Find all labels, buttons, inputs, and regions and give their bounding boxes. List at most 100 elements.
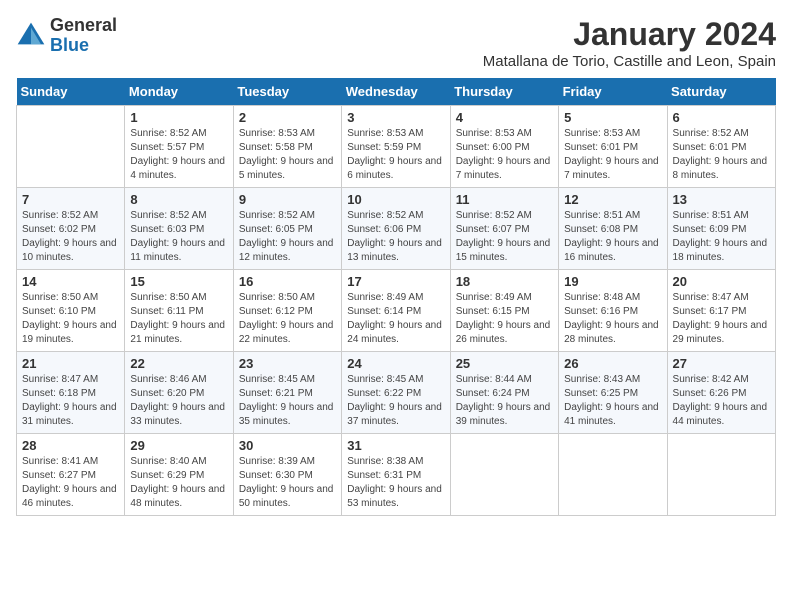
day-of-week-header: Monday [125, 78, 233, 106]
day-number: 7 [22, 192, 119, 207]
calendar-cell [450, 434, 558, 516]
day-number: 8 [130, 192, 227, 207]
logo-line2: Blue [50, 36, 117, 56]
day-number: 1 [130, 110, 227, 125]
calendar-cell: 23 Sunrise: 8:45 AMSunset: 6:21 PMDayligh… [233, 352, 341, 434]
day-info: Sunrise: 8:39 AMSunset: 6:30 PMDaylight:… [239, 455, 336, 511]
calendar-cell: 27Sunrise: 8:42 AMSunset: 6:26 PMDayligh… [667, 352, 775, 434]
day-number: 11 [456, 192, 553, 207]
day-number: 20 [673, 274, 770, 289]
calendar-cell [17, 106, 125, 188]
day-info: Sunrise: 8:45 AMSunset: 6:21 PMDaylight:… [239, 373, 336, 429]
day-info: Sunrise: 8:51 AMSunset: 6:08 PMDaylight:… [564, 209, 661, 265]
calendar-week-row: 1 Sunrise: 8:52 AMSunset: 5:57 PMDaylight… [17, 106, 776, 188]
day-number: 21 [22, 356, 119, 371]
calendar-cell: 22Sunrise: 8:46 AMSunset: 6:20 PMDayligh… [125, 352, 233, 434]
day-number: 30 [239, 438, 336, 453]
calendar-week-row: 7 Sunrise: 8:52 AMSunset: 6:02 PMDaylight… [17, 188, 776, 270]
day-number: 27 [673, 356, 770, 371]
day-number: 13 [673, 192, 770, 207]
calendar-cell: 8 Sunrise: 8:52 AMSunset: 6:03 PMDaylight… [125, 188, 233, 270]
calendar-cell: 13 Sunrise: 8:51 AMSunset: 6:09 PMDayligh… [667, 188, 775, 270]
day-info: Sunrise: 8:47 AMSunset: 6:17 PMDaylight:… [673, 291, 770, 347]
day-number: 24 [347, 356, 444, 371]
day-info: Sunrise: 8:44 AMSunset: 6:24 PMDaylight:… [456, 373, 553, 429]
title-section: January 2024 Matallana de Torio, Castill… [483, 16, 776, 70]
day-number: 16 [239, 274, 336, 289]
day-number: 15 [130, 274, 227, 289]
day-info: Sunrise: 8:52 AMSunset: 6:06 PMDaylight:… [347, 209, 444, 265]
day-number: 31 [347, 438, 444, 453]
calendar-cell: 16 Sunrise: 8:50 AMSunset: 6:12 PMDayligh… [233, 270, 341, 352]
day-number: 19 [564, 274, 661, 289]
calendar-cell: 15Sunrise: 8:50 AMSunset: 6:11 PMDayligh… [125, 270, 233, 352]
logo-text: General Blue [50, 16, 117, 56]
day-info: Sunrise: 8:50 AMSunset: 6:10 PMDaylight:… [22, 291, 119, 347]
header: General Blue January 2024 Matallana de T… [16, 16, 776, 70]
day-number: 10 [347, 192, 444, 207]
day-number: 2 [239, 110, 336, 125]
calendar-week-row: 14Sunrise: 8:50 AMSunset: 6:10 PMDayligh… [17, 270, 776, 352]
day-number: 29 [130, 438, 227, 453]
day-of-week-header: Thursday [450, 78, 558, 106]
day-info: Sunrise: 8:48 AMSunset: 6:16 PMDaylight:… [564, 291, 661, 347]
day-info: Sunrise: 8:53 AMSunset: 5:59 PMDaylight:… [347, 127, 444, 183]
day-number: 23 [239, 356, 336, 371]
day-info: Sunrise: 8:38 AMSunset: 6:31 PMDaylight:… [347, 455, 444, 511]
day-number: 3 [347, 110, 444, 125]
calendar-cell: 12Sunrise: 8:51 AMSunset: 6:08 PMDayligh… [559, 188, 667, 270]
day-info: Sunrise: 8:52 AMSunset: 6:01 PMDaylight:… [673, 127, 770, 183]
day-info: Sunrise: 8:41 AMSunset: 6:27 PMDaylight:… [22, 455, 119, 511]
day-info: Sunrise: 8:53 AMSunset: 6:01 PMDaylight:… [564, 127, 661, 183]
calendar-cell: 30 Sunrise: 8:39 AMSunset: 6:30 PMDayligh… [233, 434, 341, 516]
day-info: Sunrise: 8:53 AMSunset: 6:00 PMDaylight:… [456, 127, 553, 183]
day-number: 4 [456, 110, 553, 125]
calendar-cell: 19 Sunrise: 8:48 AMSunset: 6:16 PMDayligh… [559, 270, 667, 352]
logo-icon [16, 21, 46, 51]
calendar-week-row: 21 Sunrise: 8:47 AMSunset: 6:18 PMDayligh… [17, 352, 776, 434]
day-number: 6 [673, 110, 770, 125]
calendar-cell: 28 Sunrise: 8:41 AMSunset: 6:27 PMDayligh… [17, 434, 125, 516]
day-info: Sunrise: 8:49 AMSunset: 6:15 PMDaylight:… [456, 291, 553, 347]
calendar-cell: 29Sunrise: 8:40 AMSunset: 6:29 PMDayligh… [125, 434, 233, 516]
calendar-cell [559, 434, 667, 516]
day-info: Sunrise: 8:52 AMSunset: 5:57 PMDaylight:… [130, 127, 227, 183]
day-info: Sunrise: 8:49 AMSunset: 6:14 PMDaylight:… [347, 291, 444, 347]
day-info: Sunrise: 8:52 AMSunset: 6:03 PMDaylight:… [130, 209, 227, 265]
day-of-week-header: Sunday [17, 78, 125, 106]
calendar-cell: 24Sunrise: 8:45 AMSunset: 6:22 PMDayligh… [342, 352, 450, 434]
day-number: 9 [239, 192, 336, 207]
calendar-cell: 6 Sunrise: 8:52 AMSunset: 6:01 PMDaylight… [667, 106, 775, 188]
logo: General Blue [16, 16, 117, 56]
calendar-cell: 20 Sunrise: 8:47 AMSunset: 6:17 PMDayligh… [667, 270, 775, 352]
calendar-cell: 9 Sunrise: 8:52 AMSunset: 6:05 PMDaylight… [233, 188, 341, 270]
day-number: 28 [22, 438, 119, 453]
day-info: Sunrise: 8:51 AMSunset: 6:09 PMDaylight:… [673, 209, 770, 265]
day-number: 5 [564, 110, 661, 125]
day-of-week-header: Saturday [667, 78, 775, 106]
day-of-week-header: Wednesday [342, 78, 450, 106]
calendar-cell: 11Sunrise: 8:52 AMSunset: 6:07 PMDayligh… [450, 188, 558, 270]
day-number: 17 [347, 274, 444, 289]
day-of-week-header: Tuesday [233, 78, 341, 106]
calendar-cell: 17 Sunrise: 8:49 AMSunset: 6:14 PMDayligh… [342, 270, 450, 352]
calendar-cell: 2 Sunrise: 8:53 AMSunset: 5:58 PMDaylight… [233, 106, 341, 188]
calendar-cell: 3 Sunrise: 8:53 AMSunset: 5:59 PMDaylight… [342, 106, 450, 188]
day-info: Sunrise: 8:52 AMSunset: 6:05 PMDaylight:… [239, 209, 336, 265]
day-number: 25 [456, 356, 553, 371]
day-info: Sunrise: 8:50 AMSunset: 6:12 PMDaylight:… [239, 291, 336, 347]
day-info: Sunrise: 8:53 AMSunset: 5:58 PMDaylight:… [239, 127, 336, 183]
day-number: 18 [456, 274, 553, 289]
day-info: Sunrise: 8:47 AMSunset: 6:18 PMDaylight:… [22, 373, 119, 429]
calendar-cell: 1 Sunrise: 8:52 AMSunset: 5:57 PMDaylight… [125, 106, 233, 188]
day-of-week-header: Friday [559, 78, 667, 106]
calendar-cell: 21 Sunrise: 8:47 AMSunset: 6:18 PMDayligh… [17, 352, 125, 434]
calendar-cell: 5 Sunrise: 8:53 AMSunset: 6:01 PMDaylight… [559, 106, 667, 188]
location-title: Matallana de Torio, Castille and Leon, S… [483, 53, 776, 70]
calendar-table: SundayMondayTuesdayWednesdayThursdayFrid… [16, 78, 776, 516]
day-info: Sunrise: 8:52 AMSunset: 6:02 PMDaylight:… [22, 209, 119, 265]
calendar-cell: 4 Sunrise: 8:53 AMSunset: 6:00 PMDaylight… [450, 106, 558, 188]
calendar-cell: 25 Sunrise: 8:44 AMSunset: 6:24 PMDayligh… [450, 352, 558, 434]
calendar-cell [667, 434, 775, 516]
month-title: January 2024 [483, 16, 776, 53]
